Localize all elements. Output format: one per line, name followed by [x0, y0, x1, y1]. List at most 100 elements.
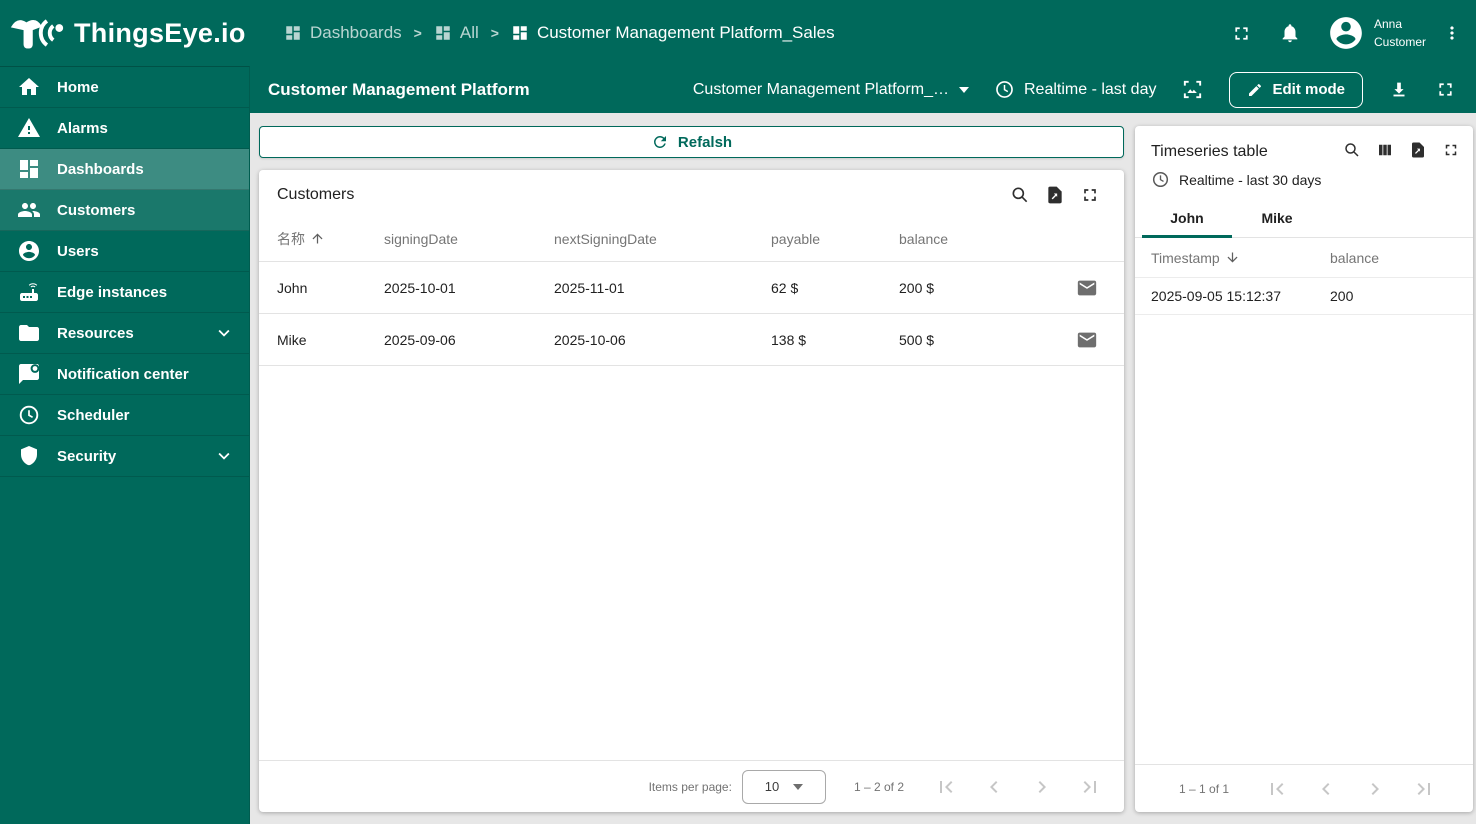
chevron-down-icon[interactable]	[213, 322, 235, 344]
clock-icon	[17, 403, 41, 427]
page-range-label: 1 – 2 of 2	[853, 779, 904, 794]
edit-mode-button[interactable]: Edit mode	[1229, 71, 1363, 108]
dashboard-grid-icon	[284, 24, 302, 42]
clock-icon	[1151, 170, 1170, 189]
expand-widget-icon[interactable]	[1442, 141, 1460, 159]
sidebar-item-alarms[interactable]: Alarms	[0, 108, 249, 149]
sidebar-item-label: Home	[57, 78, 99, 96]
column-header-timestamp[interactable]: Timestamp	[1151, 250, 1330, 266]
timewindow-button[interactable]: Realtime - last 30 days	[1135, 161, 1473, 193]
sidebar-item-dashboards[interactable]: Dashboards	[0, 149, 249, 190]
next-page-icon[interactable]	[1030, 775, 1054, 799]
export-file-icon[interactable]	[1409, 141, 1427, 159]
email-icon[interactable]	[1076, 277, 1098, 299]
column-header-signingdate[interactable]: signingDate	[384, 231, 554, 247]
sidebar-item-label: Notification center	[57, 365, 189, 383]
notification-chat-icon	[17, 362, 41, 386]
caret-down-icon	[793, 783, 804, 790]
cell-nextsigningdate: 2025-11-01	[554, 279, 625, 296]
dashboard-grid-icon	[17, 157, 41, 181]
first-page-icon[interactable]	[1265, 777, 1289, 801]
sidebar-item-label: Dashboards	[57, 160, 144, 178]
dashboard-toolbar: Customer Management Platform Customer Ma…	[250, 66, 1476, 113]
thingseye-logo-icon	[8, 10, 66, 56]
column-header-nextsigningdate[interactable]: nextSigningDate	[554, 231, 771, 247]
breadcrumb-separator: >	[490, 25, 499, 41]
refresh-button[interactable]: Refalsh	[259, 126, 1124, 158]
column-header-balance[interactable]: balance	[899, 231, 1075, 247]
column-header-payable[interactable]: payable	[771, 231, 899, 247]
sidebar-item-home[interactable]: Home	[0, 67, 249, 108]
table-row[interactable]: 2025-09-05 15:12:37 200	[1135, 277, 1473, 315]
export-file-icon[interactable]	[1045, 185, 1065, 205]
sidebar-item-security[interactable]: Security	[0, 436, 249, 477]
download-icon[interactable]	[1388, 79, 1410, 101]
dashboard-state-select[interactable]: Customer Management Platform_…	[693, 81, 969, 99]
column-header-balance[interactable]: balance	[1330, 250, 1457, 266]
more-options-icon[interactable]	[1442, 23, 1462, 43]
previous-page-icon[interactable]	[1314, 777, 1338, 801]
breadcrumb-label: All	[459, 23, 479, 42]
dashboard-content: Refalsh Customers 名称 signingDate nextSig…	[250, 113, 1476, 824]
sidebar-item-users[interactable]: Users	[0, 231, 249, 272]
breadcrumb-all[interactable]: All	[434, 23, 479, 43]
sidebar-item-resources[interactable]: Resources	[0, 313, 249, 354]
tab-john[interactable]: John	[1142, 198, 1232, 238]
expand-widget-icon[interactable]	[1080, 185, 1100, 205]
column-label: payable	[771, 230, 821, 247]
first-page-icon[interactable]	[934, 775, 958, 799]
user-name: Anna Customer	[1374, 15, 1426, 51]
screenshot-image-icon[interactable]	[1181, 78, 1204, 101]
sort-descending-icon	[1225, 250, 1240, 265]
tab-mike[interactable]: Mike	[1232, 198, 1322, 237]
paginator-nav	[934, 775, 1102, 799]
sidebar-item-label: Alarms	[57, 119, 108, 137]
page-size-value: 10	[764, 779, 780, 794]
last-page-icon[interactable]	[1078, 775, 1102, 799]
folder-icon	[17, 321, 41, 345]
page-range-label: 1 – 1 of 1	[1179, 781, 1230, 796]
fullscreen-icon[interactable]	[1231, 23, 1252, 44]
fullscreen-icon[interactable]	[1435, 79, 1456, 100]
timeseries-widget-header: Timeseries table	[1135, 126, 1473, 161]
widget-title: Timeseries table	[1151, 143, 1268, 160]
timewindow-button[interactable]: Realtime - last day	[994, 79, 1156, 100]
paginator-nav	[1265, 777, 1436, 801]
table-row[interactable]: John 2025-10-01 2025-11-01 62 $ 200 $	[259, 261, 1124, 313]
email-icon[interactable]	[1076, 329, 1098, 351]
page-size-select[interactable]: 10	[741, 769, 826, 804]
user-first-line: Anna	[1373, 17, 1403, 31]
previous-page-icon[interactable]	[982, 775, 1006, 799]
last-page-icon[interactable]	[1412, 777, 1436, 801]
notifications-bell-icon[interactable]	[1279, 22, 1301, 44]
cell-signingdate: 2025-10-01	[384, 279, 456, 296]
breadcrumb-dashboards[interactable]: Dashboards	[284, 23, 402, 43]
dashboard-grid-icon	[434, 24, 452, 42]
pencil-icon	[1247, 82, 1263, 98]
sidebar-item-scheduler[interactable]: Scheduler	[0, 395, 249, 436]
sidebar-item-notification-center[interactable]: Notification center	[0, 354, 249, 395]
breadcrumb-current-dashboard[interactable]: Customer Management Platform_Sales	[511, 23, 835, 43]
edit-mode-label: Edit mode	[1272, 81, 1345, 98]
customers-table: 名称 signingDate nextSigningDate payable b…	[259, 216, 1124, 365]
breadcrumb-label: Customer Management Platform_Sales	[536, 23, 835, 42]
cell-payable: 138 $	[771, 331, 807, 348]
breadcrumb-separator: >	[413, 25, 422, 41]
dashboard-title: Customer Management Platform	[268, 79, 530, 99]
brand-logo[interactable]: ThingsEye.io	[0, 10, 250, 56]
sidebar-item-edge-instances[interactable]: Edge instances	[0, 272, 249, 313]
sidebar-item-customers[interactable]: Customers	[0, 190, 249, 231]
table-row[interactable]: Mike 2025-09-06 2025-10-06 138 $ 500 $	[259, 313, 1124, 365]
search-icon[interactable]	[1010, 185, 1030, 205]
column-header-name[interactable]: 名称	[277, 229, 384, 249]
search-icon[interactable]	[1343, 141, 1361, 159]
columns-icon[interactable]	[1376, 141, 1394, 159]
chevron-down-icon[interactable]	[213, 445, 235, 467]
breadcrumb-label: Dashboards	[310, 23, 402, 42]
sidebar-item-label: Scheduler	[57, 406, 130, 424]
next-page-icon[interactable]	[1363, 777, 1387, 801]
items-per-page-label: Items per page:	[648, 779, 732, 794]
cell-signingdate: 2025-09-06	[384, 331, 456, 348]
user-avatar-icon[interactable]	[1327, 14, 1365, 52]
table-empty-space	[259, 365, 1124, 760]
